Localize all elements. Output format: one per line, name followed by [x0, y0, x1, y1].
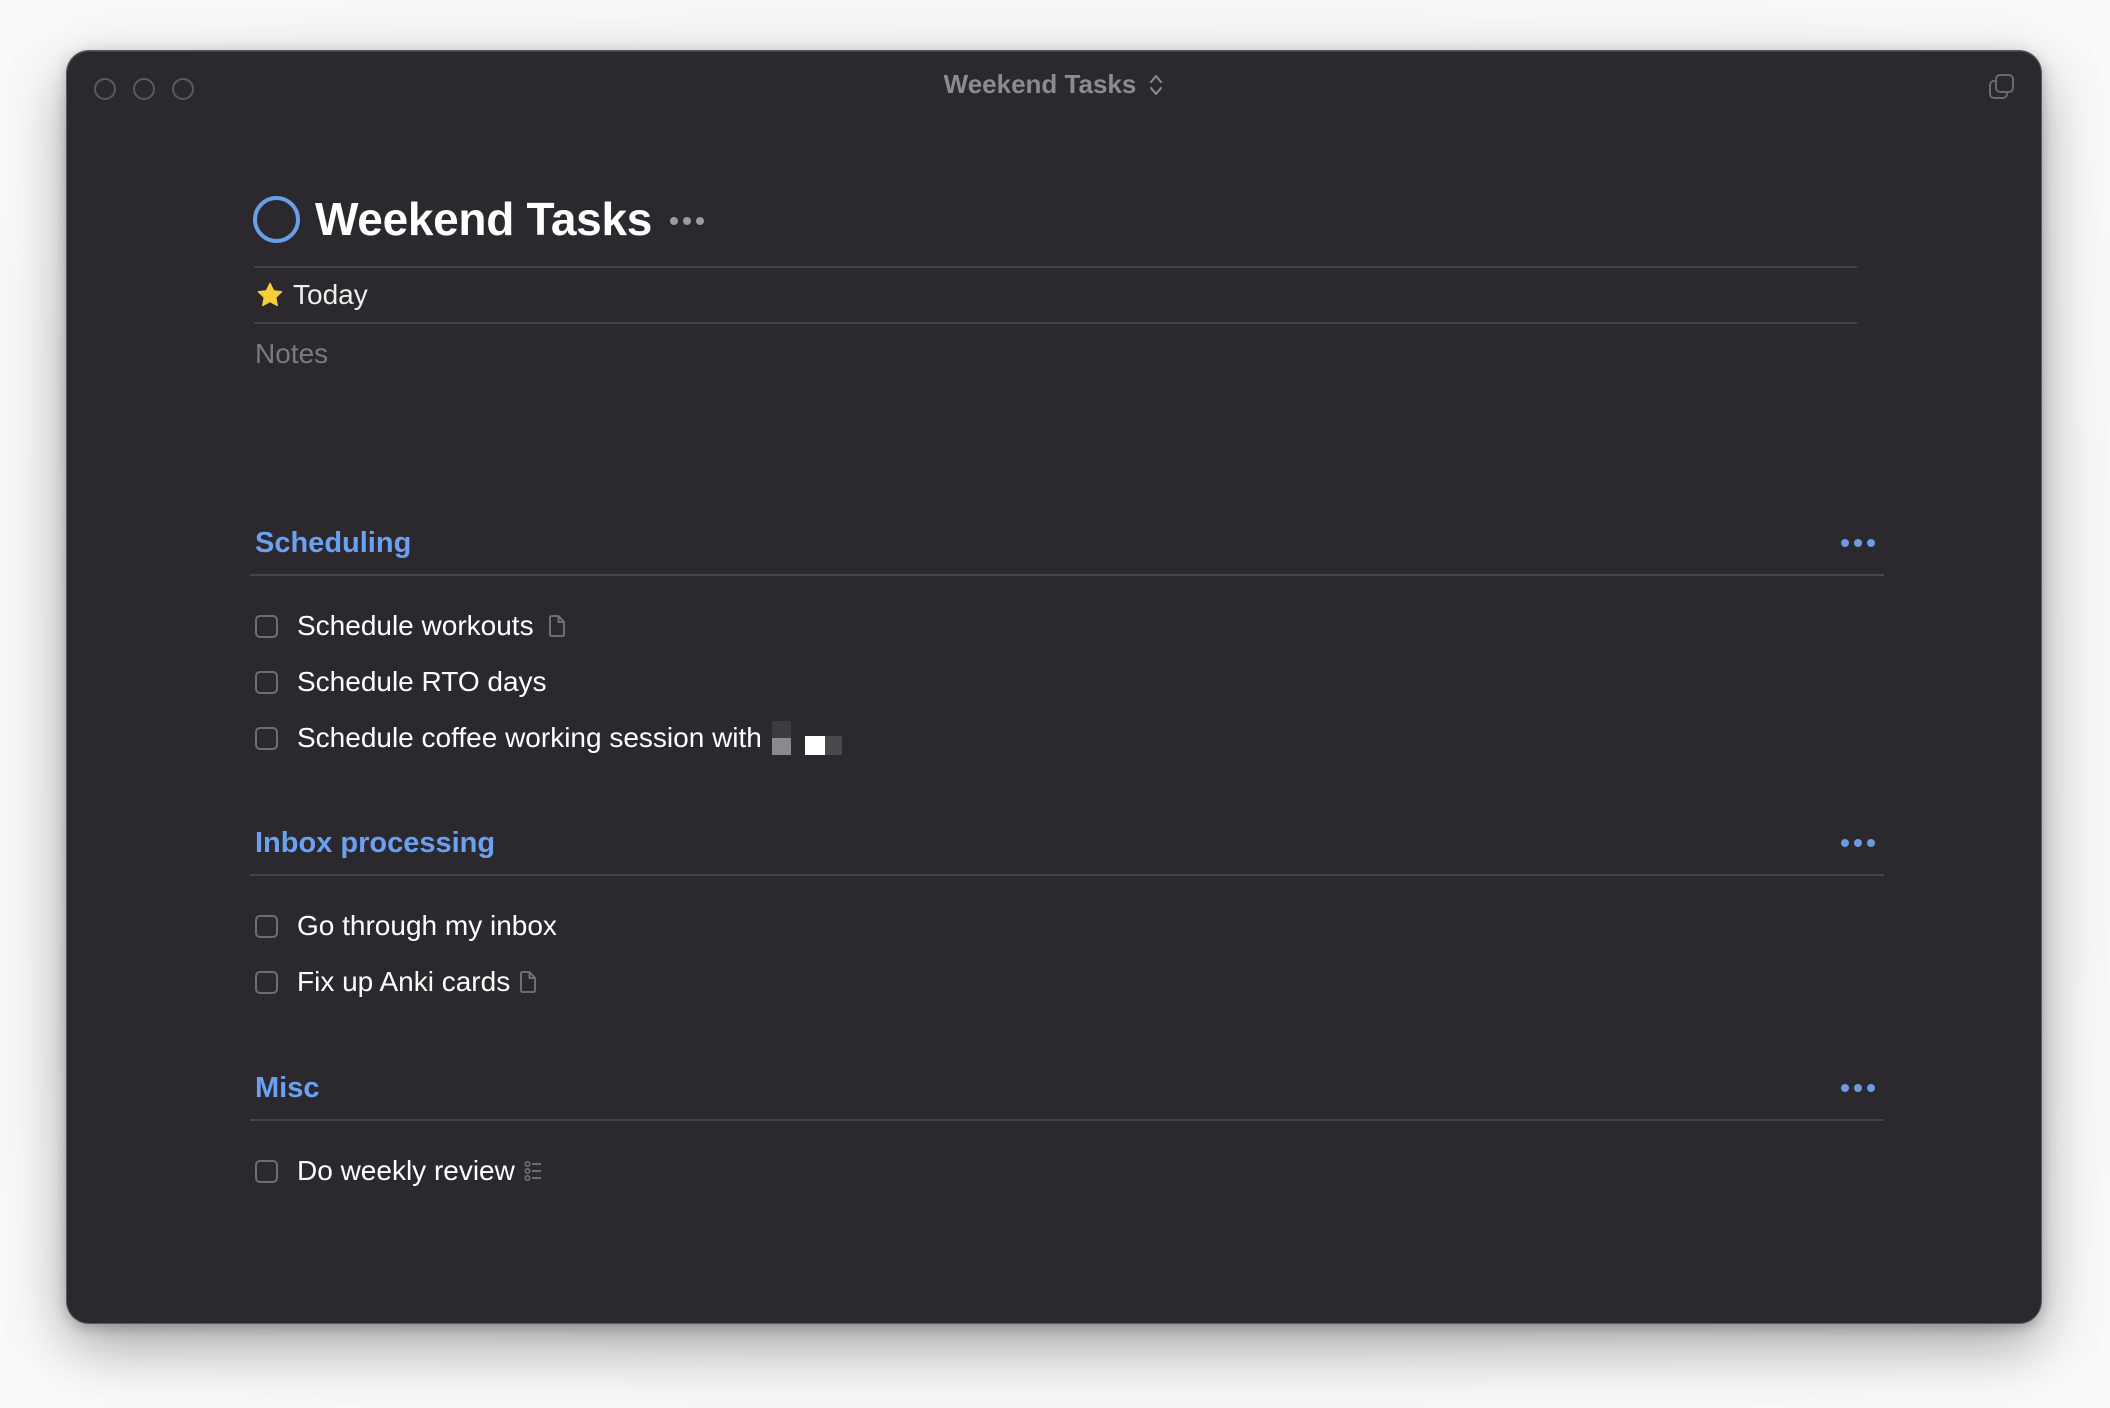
project-ring-icon[interactable] — [253, 195, 300, 243]
project-title[interactable]: Weekend Tasks — [315, 192, 652, 246]
task-label: Go through my inbox — [297, 910, 557, 941]
task-label: Schedule coffee working session with — [297, 722, 762, 753]
section-misc: Misc Do weekly review — [250, 1068, 1884, 1199]
section-divider — [250, 1119, 1884, 1121]
ellipsis-icon[interactable] — [1841, 839, 1875, 847]
task-checkbox[interactable] — [255, 970, 278, 994]
section-title[interactable]: Inbox processing — [255, 827, 495, 860]
section-divider — [250, 574, 1884, 576]
section-title[interactable]: Scheduling — [255, 527, 411, 560]
task-row[interactable]: Go through my inbox — [253, 898, 1883, 954]
section-header: Scheduling — [253, 523, 1883, 563]
task-row[interactable]: Schedule RTO days — [253, 654, 1883, 710]
notes-field[interactable]: Notes — [255, 338, 1883, 374]
task-checkbox[interactable] — [255, 670, 278, 694]
task-list: Go through my inbox Fix up Anki cards — [253, 898, 1883, 1010]
task-row[interactable]: Do weekly review — [253, 1143, 1883, 1199]
section-divider — [250, 874, 1884, 876]
task-label: Do weekly review — [297, 1155, 515, 1186]
when-row[interactable]: Today — [253, 268, 1883, 322]
note-icon — [520, 971, 537, 993]
ellipsis-icon[interactable] — [1841, 539, 1875, 547]
checklist-icon — [524, 1161, 541, 1181]
task-list: Do weekly review — [253, 1143, 1883, 1199]
when-label: Today — [293, 279, 368, 310]
chevron-up-down-icon — [1150, 74, 1163, 95]
ellipsis-icon[interactable] — [1841, 1084, 1875, 1092]
task-label: Fix up Anki cards — [297, 966, 511, 997]
task-checkbox[interactable] — [255, 614, 278, 638]
project-content: Weekend Tasks Today Notes Scheduling Sch… — [250, 193, 1884, 1186]
redacted-name — [771, 721, 842, 755]
task-label: Schedule workouts — [297, 610, 534, 641]
section-header: Misc — [253, 1068, 1883, 1108]
window-title-menu[interactable]: Weekend Tasks — [67, 69, 2041, 100]
task-row[interactable]: Schedule workouts — [253, 598, 1883, 654]
task-checkbox[interactable] — [255, 914, 278, 938]
task-row[interactable]: Schedule coffee working session with — [253, 710, 1883, 766]
when-divider — [254, 322, 1857, 324]
section-header: Inbox processing — [253, 823, 1883, 863]
section-title[interactable]: Misc — [255, 1072, 319, 1105]
project-header: Weekend Tasks — [253, 193, 1883, 245]
task-row[interactable]: Fix up Anki cards — [253, 954, 1883, 1010]
window-title: Weekend Tasks — [943, 69, 1137, 99]
star-icon — [257, 282, 283, 307]
duplicate-window-icon[interactable] — [1988, 73, 2016, 101]
ellipsis-icon[interactable] — [670, 217, 705, 225]
section-scheduling: Scheduling Schedule workouts Schedule RT… — [250, 523, 1884, 766]
note-icon — [548, 615, 565, 637]
task-checkbox[interactable] — [255, 1159, 278, 1183]
task-label: Schedule RTO days — [297, 666, 547, 697]
section-inbox-processing: Inbox processing Go through my inbox Fix… — [250, 823, 1884, 1010]
app-window: Weekend Tasks Weekend Tasks Today Notes — [67, 51, 2041, 1323]
task-checkbox[interactable] — [255, 726, 278, 750]
task-list: Schedule workouts Schedule RTO days Sche… — [253, 598, 1883, 766]
